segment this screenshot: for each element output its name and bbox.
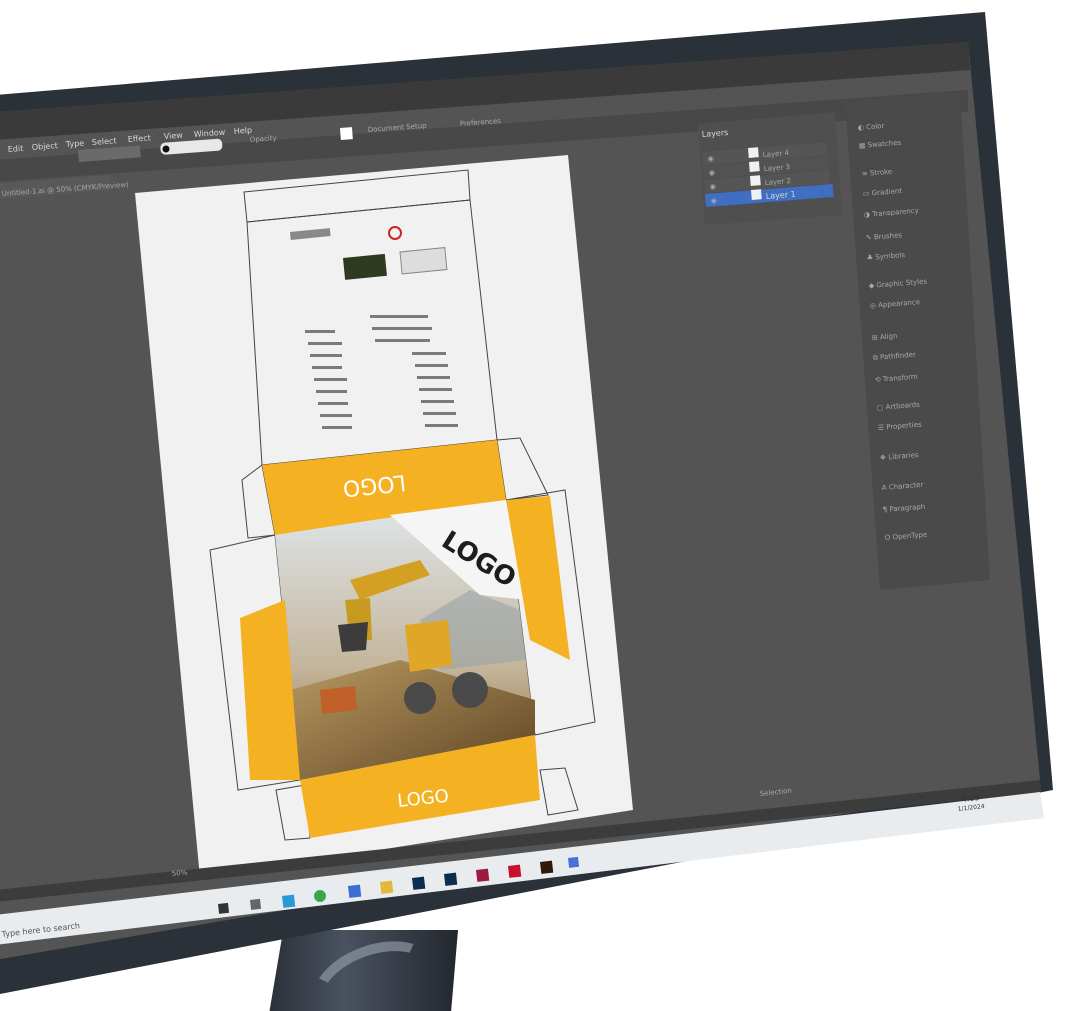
chrome-icon[interactable]: [314, 890, 326, 902]
spec-line: [305, 330, 335, 333]
search-icon[interactable]: [218, 902, 230, 914]
menu-item-edit[interactable]: Edit: [7, 144, 23, 154]
spec-line: [310, 354, 342, 357]
layer-thumbnail: [748, 147, 759, 158]
store-icon[interactable]: [568, 856, 580, 868]
menu-item-help[interactable]: Help: [233, 126, 252, 136]
excavator-bucket: [338, 622, 368, 652]
menu-item-view[interactable]: View: [163, 131, 183, 141]
dump-truck: [320, 686, 357, 714]
product-label-thumb: [343, 253, 387, 280]
layer-thumbnail: [749, 161, 760, 172]
spec-line: [415, 364, 448, 367]
style-swatch[interactable]: [340, 127, 353, 140]
spec-line: [322, 426, 352, 429]
spec-line: [316, 390, 347, 393]
spec-line: [375, 339, 430, 342]
files-icon[interactable]: [348, 884, 362, 898]
indesign-icon[interactable]: [476, 868, 490, 882]
spec-line: [412, 352, 446, 355]
edge-icon[interactable]: [282, 894, 296, 908]
excavator-cab: [405, 620, 452, 672]
eye-icon[interactable]: ◉: [711, 197, 718, 205]
menu-item-effect[interactable]: Effect: [127, 133, 151, 144]
layer-thumbnail: [750, 175, 761, 186]
spec-line: [318, 402, 348, 405]
spec-line: [421, 400, 454, 403]
acrobat-icon[interactable]: [508, 864, 522, 878]
spec-line: [423, 412, 456, 415]
illustrator-icon[interactable]: [540, 860, 554, 874]
spec-line: [419, 388, 452, 391]
folder-icon[interactable]: [380, 880, 394, 894]
menu-item-type[interactable]: Type: [64, 139, 84, 149]
eye-icon[interactable]: ◉: [708, 155, 715, 163]
spec-line: [425, 424, 458, 427]
menu-item-object[interactable]: Object: [31, 141, 58, 152]
layer-thumbnail: [751, 189, 762, 200]
spec-line: [308, 342, 342, 345]
spec-line: [417, 376, 450, 379]
spec-line: [320, 414, 352, 417]
spec-line: [370, 315, 428, 318]
task-view-icon[interactable]: [250, 898, 262, 910]
eye-icon[interactable]: ◉: [709, 169, 716, 177]
eye-icon[interactable]: ◉: [710, 183, 717, 191]
excavator-wheel: [404, 682, 436, 714]
menu-item-select[interactable]: Select: [91, 136, 116, 147]
info-box: [399, 247, 448, 275]
photoshop-icon[interactable]: [412, 876, 426, 890]
spec-line: [312, 366, 342, 369]
brush-dot-icon: [162, 145, 170, 153]
excavator-wheel: [452, 672, 488, 708]
zoom-level[interactable]: 50%: [171, 868, 188, 878]
spec-line: [314, 378, 347, 381]
photo-stage: Edit Object Type Select Effect View Wind…: [0, 0, 1077, 1011]
photoshop-icon-2[interactable]: [444, 872, 458, 886]
spec-line: [372, 327, 432, 330]
monitor: Edit Object Type Select Effect View Wind…: [0, 12, 1053, 995]
